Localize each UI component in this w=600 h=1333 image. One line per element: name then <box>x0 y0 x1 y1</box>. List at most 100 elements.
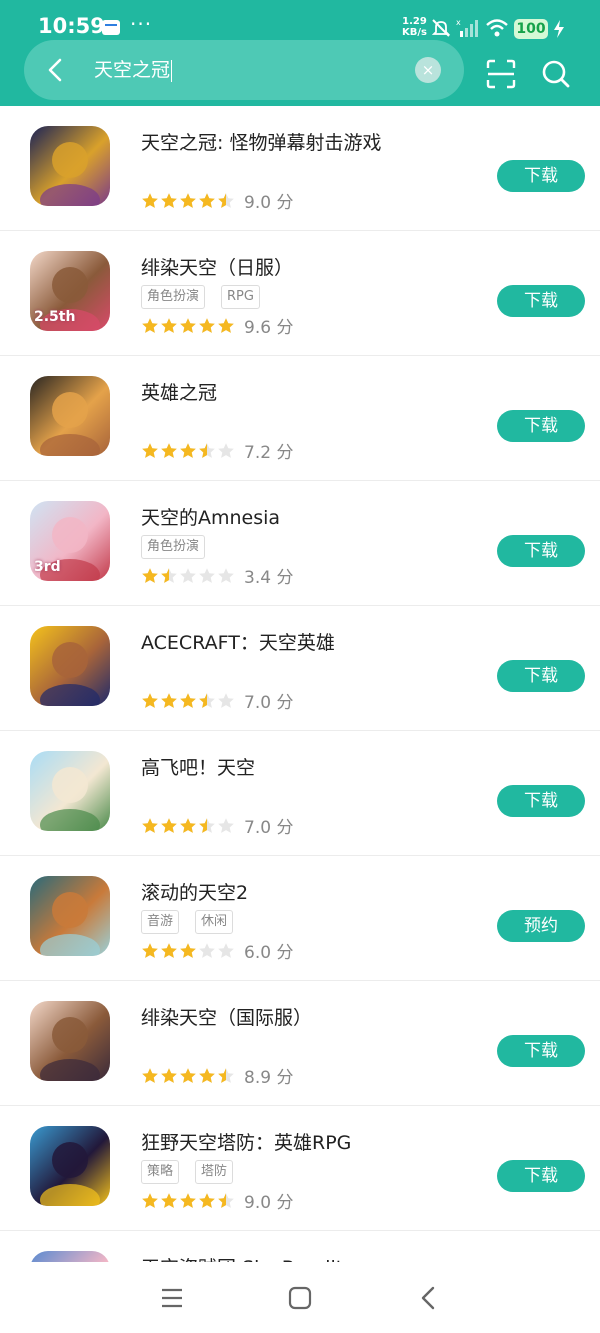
star-icon <box>160 817 178 835</box>
star-icon <box>179 1192 197 1210</box>
app-icon[interactable]: 2.5th <box>30 251 110 331</box>
star-icon <box>179 1067 197 1085</box>
star-icon <box>141 692 159 710</box>
nav-back-icon[interactable] <box>418 1285 438 1311</box>
star-icon <box>160 942 178 960</box>
net-speed-unit: KB/s <box>402 27 427 38</box>
app-icon-art <box>40 642 100 706</box>
app-icon[interactable] <box>30 876 110 956</box>
app-title[interactable]: 滚动的天空2 <box>141 878 248 905</box>
app-title[interactable]: 天空之冠: 怪物弹幕射击游戏 <box>141 128 381 155</box>
star-icon <box>217 1067 235 1085</box>
star-icon <box>179 192 197 210</box>
app-title[interactable]: 天空盗贼团 Sky Bandit <box>141 1253 343 1262</box>
result-item[interactable]: 狂野天空塔防：英雄RPG 策略 塔防 9.0 分 下载 <box>0 1106 600 1231</box>
star-icon <box>141 442 159 460</box>
download-button[interactable]: 下载 <box>497 785 585 817</box>
result-item[interactable]: 天空之冠: 怪物弹幕射击游戏 9.0 分 下载 <box>0 106 600 231</box>
rating: 6.0 分 <box>141 938 293 963</box>
download-button[interactable]: 下载 <box>497 660 585 692</box>
star-icon <box>141 1067 159 1085</box>
app-title[interactable]: 英雄之冠 <box>141 378 217 405</box>
star-icon <box>141 942 159 960</box>
tag-list: 角色扮演 <box>141 535 221 559</box>
text-cursor <box>171 59 173 82</box>
result-item[interactable]: 英雄之冠 7.2 分 下载 <box>0 356 600 481</box>
category-tag: 策略 <box>141 1160 180 1184</box>
status-time: 10:59 <box>38 14 105 38</box>
net-speed-value: 1.29 <box>402 16 427 27</box>
search-input[interactable]: 天空之冠 <box>94 57 173 83</box>
app-header: 10:59 ··· 1.29 KB/s x 100 天空之冠 × <box>0 0 600 106</box>
download-button[interactable]: 下载 <box>497 410 585 442</box>
result-item[interactable]: ACECRAFT：天空英雄 7.0 分 下载 <box>0 606 600 731</box>
star-icon <box>179 442 197 460</box>
app-title[interactable]: ACECRAFT：天空英雄 <box>141 628 335 655</box>
category-tag: 角色扮演 <box>141 535 206 559</box>
app-icon[interactable]: 3rd <box>30 501 110 581</box>
app-icon[interactable] <box>30 626 110 706</box>
download-button[interactable]: 下载 <box>497 1035 585 1067</box>
clear-search-button[interactable]: × <box>415 57 441 83</box>
app-icon[interactable] <box>30 1251 110 1262</box>
app-title[interactable]: 绯染天空（国际服） <box>141 1003 312 1030</box>
reserve-button[interactable]: 预约 <box>497 910 585 942</box>
star-icon <box>217 1192 235 1210</box>
category-tag: 休闲 <box>195 910 234 934</box>
download-button[interactable]: 下载 <box>497 535 585 567</box>
app-title[interactable]: 高飞吧！天空 <box>141 753 255 780</box>
scan-icon[interactable] <box>486 59 516 89</box>
star-icon <box>217 442 235 460</box>
recent-apps-icon[interactable] <box>160 1287 184 1309</box>
star-icon <box>160 1067 178 1085</box>
star-icon <box>198 567 216 585</box>
charging-bolt-icon <box>554 20 564 38</box>
app-icon[interactable] <box>30 376 110 456</box>
result-item[interactable]: 2.5th 绯染天空（日服） 角色扮演 RPG 9.6 分 下载 <box>0 231 600 356</box>
star-icon <box>217 942 235 960</box>
app-title[interactable]: 狂野天空塔防：英雄RPG <box>141 1128 351 1155</box>
star-icon <box>198 442 216 460</box>
star-icon <box>198 192 216 210</box>
result-item[interactable]: 高飞吧！天空 7.0 分 下载 <box>0 731 600 856</box>
star-icon <box>179 567 197 585</box>
search-icon[interactable] <box>541 59 571 89</box>
icon-badge: 3rd <box>34 559 61 575</box>
tag-list: 角色扮演 RPG <box>141 285 276 309</box>
wifi-icon <box>486 19 508 37</box>
svg-text:x: x <box>456 18 461 27</box>
rating: 9.0 分 <box>141 188 293 213</box>
category-tag: RPG <box>221 285 260 309</box>
search-results-list: 天空之冠: 怪物弹幕射击游戏 9.0 分 下载 2.5th 绯染天空（日服） 角… <box>0 106 600 1262</box>
app-title[interactable]: 天空的Amnesia <box>141 503 280 530</box>
star-icon <box>198 317 216 335</box>
app-icon-art <box>30 1251 110 1262</box>
app-icon[interactable] <box>30 1126 110 1206</box>
star-icon <box>198 817 216 835</box>
score: 9.0 分 <box>244 193 294 213</box>
icon-badge: 2.5th <box>34 309 76 325</box>
download-button[interactable]: 下载 <box>497 285 585 317</box>
more-dots-icon: ··· <box>130 12 153 36</box>
star-icon <box>179 317 197 335</box>
star-icon <box>198 1067 216 1085</box>
app-icon[interactable] <box>30 1001 110 1081</box>
star-icon <box>217 567 235 585</box>
back-arrow-icon[interactable] <box>42 56 70 84</box>
battery-indicator: 100 <box>514 19 548 39</box>
result-item[interactable]: 滚动的天空2 音游 休闲 6.0 分 预约 <box>0 856 600 981</box>
home-icon[interactable] <box>288 1286 312 1310</box>
app-icon[interactable] <box>30 751 110 831</box>
result-item[interactable]: 绯染天空（国际服） 8.9 分 下载 <box>0 981 600 1106</box>
download-button[interactable]: 下载 <box>497 1160 585 1192</box>
app-icon[interactable] <box>30 126 110 206</box>
star-icon <box>160 442 178 460</box>
score: 9.6 分 <box>244 318 294 338</box>
star-icon <box>179 942 197 960</box>
search-bar[interactable]: 天空之冠 × <box>24 40 464 100</box>
star-icon <box>141 192 159 210</box>
result-item[interactable]: 3rd 天空的Amnesia 角色扮演 3.4 分 下载 <box>0 481 600 606</box>
app-title[interactable]: 绯染天空（日服） <box>141 253 293 280</box>
result-item[interactable]: 天空盗贼团 Sky Bandit <box>0 1231 600 1262</box>
download-button[interactable]: 下载 <box>497 160 585 192</box>
